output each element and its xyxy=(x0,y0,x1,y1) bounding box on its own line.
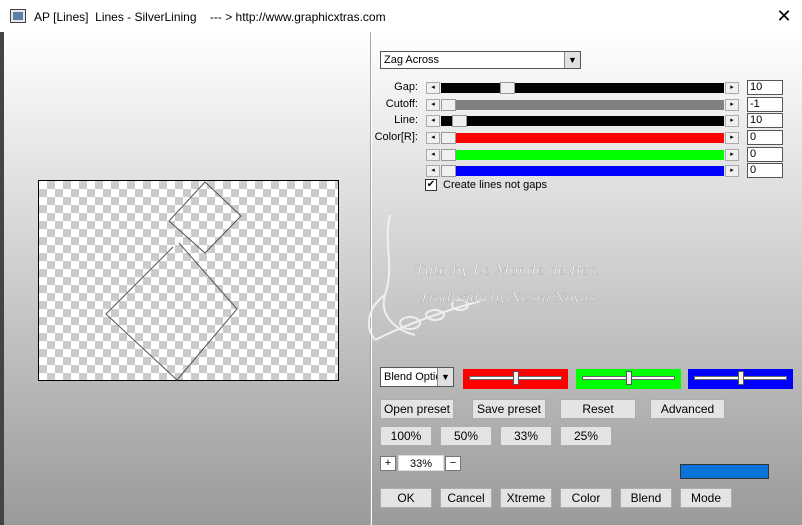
slider-value-field[interactable]: -1 xyxy=(747,97,783,112)
window-edge xyxy=(0,32,4,525)
slider-value-field[interactable]: 0 xyxy=(747,130,783,145)
slider-track[interactable] xyxy=(441,82,724,94)
app-icon xyxy=(10,9,26,23)
slider-track[interactable] xyxy=(441,99,724,111)
slider-label: Gap: xyxy=(394,81,418,93)
scroll-right-icon[interactable]: ▸ xyxy=(725,149,739,161)
slider-scrollbar[interactable]: ◂ ▸ xyxy=(426,149,739,161)
slider-track[interactable] xyxy=(441,149,724,161)
mode-dropdown-value: Zag Across xyxy=(384,54,440,66)
zoom-33-button[interactable]: 33% xyxy=(500,426,552,446)
color-swatch[interactable] xyxy=(680,464,769,479)
slider-value-field[interactable]: 10 xyxy=(747,113,783,128)
slider-thumb[interactable] xyxy=(441,165,456,177)
blue-color-slider[interactable] xyxy=(688,369,793,389)
slider-value-field[interactable]: 0 xyxy=(747,147,783,162)
slider-scrollbar[interactable]: ◂ ▸ xyxy=(426,165,739,177)
watermark-line2: Traduzido by Nesra Novas xyxy=(420,291,596,306)
mode-dropdown[interactable]: Zag Across ▼ xyxy=(380,51,581,69)
slider-label: Cutoff: xyxy=(385,98,418,110)
action-cancel-button[interactable]: Cancel xyxy=(440,488,492,508)
scroll-left-icon[interactable]: ◂ xyxy=(426,149,440,161)
slider-track[interactable] xyxy=(441,165,724,177)
create-lines-label: Create lines not gaps xyxy=(443,179,547,191)
chevron-down-icon[interactable]: ▼ xyxy=(564,52,580,68)
zoom-100-button[interactable]: 100% xyxy=(380,426,432,446)
green-color-slider[interactable] xyxy=(576,369,681,389)
slider-label: Color[R]: xyxy=(374,131,418,143)
scroll-left-icon[interactable]: ◂ xyxy=(426,99,440,111)
zoom-field[interactable]: 33% xyxy=(398,455,444,471)
action-mode-button[interactable]: Mode xyxy=(680,488,732,508)
action-ok-button[interactable]: OK xyxy=(380,488,432,508)
preset-reset-button[interactable]: Reset xyxy=(560,399,636,419)
scroll-right-icon[interactable]: ▸ xyxy=(725,165,739,177)
slider-thumb[interactable] xyxy=(441,99,456,111)
slider-thumb[interactable] xyxy=(441,149,456,161)
slider-value-field[interactable]: 0 xyxy=(747,163,783,178)
scroll-right-icon[interactable]: ▸ xyxy=(725,132,739,144)
slider-thumb[interactable] xyxy=(500,82,515,94)
watermark-line1: Tuto by Le Monde de Bea xyxy=(415,263,597,279)
zoom-out-button[interactable]: − xyxy=(445,456,461,471)
slider-scrollbar[interactable]: ◂ ▸ xyxy=(426,132,739,144)
create-lines-checkbox[interactable]: ✔ xyxy=(425,179,437,191)
slider-thumb[interactable] xyxy=(452,115,467,127)
scroll-left-icon[interactable]: ◂ xyxy=(426,115,440,127)
scroll-left-icon[interactable]: ◂ xyxy=(426,132,440,144)
slider-scrollbar[interactable]: ◂ ▸ xyxy=(426,99,739,111)
blend-options-select[interactable]: Blend Optio ▼ xyxy=(380,367,454,387)
action-xtreme-button[interactable]: Xtreme xyxy=(500,488,552,508)
slider-knob[interactable] xyxy=(738,371,744,385)
slider-thumb[interactable] xyxy=(441,132,456,144)
slider-value-field[interactable]: 10 xyxy=(747,80,783,95)
chevron-down-icon[interactable]: ▼ xyxy=(437,368,453,386)
scroll-right-icon[interactable]: ▸ xyxy=(725,82,739,94)
preview-lines xyxy=(105,181,242,381)
scroll-left-icon[interactable]: ◂ xyxy=(426,165,440,177)
zoom-in-button[interactable]: + xyxy=(380,456,396,471)
preset-save-preset-button[interactable]: Save preset xyxy=(472,399,546,419)
action-blend-button[interactable]: Blend xyxy=(620,488,672,508)
blend-options-value: Blend Optio xyxy=(384,371,442,383)
slider-knob[interactable] xyxy=(513,371,519,385)
close-button[interactable]: ✕ xyxy=(770,4,798,28)
scroll-left-icon[interactable]: ◂ xyxy=(426,82,440,94)
scroll-right-icon[interactable]: ▸ xyxy=(725,115,739,127)
preset-open-preset-button[interactable]: Open preset xyxy=(380,399,454,419)
preview-canvas[interactable] xyxy=(38,180,339,381)
slider-knob[interactable] xyxy=(626,371,632,385)
slider-label: Line: xyxy=(394,114,418,126)
red-color-slider[interactable] xyxy=(463,369,568,389)
slider-track[interactable] xyxy=(441,132,724,144)
watermark-logo: Tuto by Le Monde de Bea Traduzido by Nes… xyxy=(367,214,597,341)
slider-scrollbar[interactable]: ◂ ▸ xyxy=(426,82,739,94)
slider-track[interactable] xyxy=(441,115,724,127)
window-title: AP [Lines] Lines - SilverLining --- > ht… xyxy=(34,10,386,24)
action-color-button[interactable]: Color xyxy=(560,488,612,508)
scroll-right-icon[interactable]: ▸ xyxy=(725,99,739,111)
slider-scrollbar[interactable]: ◂ ▸ xyxy=(426,115,739,127)
zoom-25-button[interactable]: 25% xyxy=(560,426,612,446)
preset-advanced-button[interactable]: Advanced xyxy=(650,399,725,419)
zoom-50-button[interactable]: 50% xyxy=(440,426,492,446)
